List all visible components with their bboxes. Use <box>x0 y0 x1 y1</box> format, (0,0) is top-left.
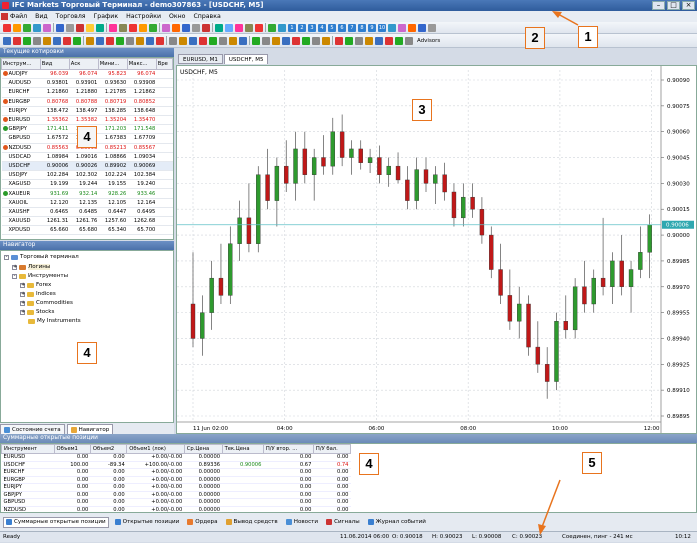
callout-4-quotes: 4 <box>77 126 97 148</box>
arrow-head-5 <box>538 524 546 535</box>
callout-5: 5 <box>582 452 602 474</box>
callout-2: 2 <box>525 27 545 49</box>
arrow-line-1 <box>557 13 579 26</box>
callout-4-positions: 4 <box>359 453 379 475</box>
arrow-head-1 <box>552 11 562 18</box>
callout-3: 3 <box>412 99 432 121</box>
arrow-line-5 <box>541 479 561 528</box>
callout-1: 1 <box>578 26 598 48</box>
callout-4-navigator: 4 <box>77 342 97 364</box>
